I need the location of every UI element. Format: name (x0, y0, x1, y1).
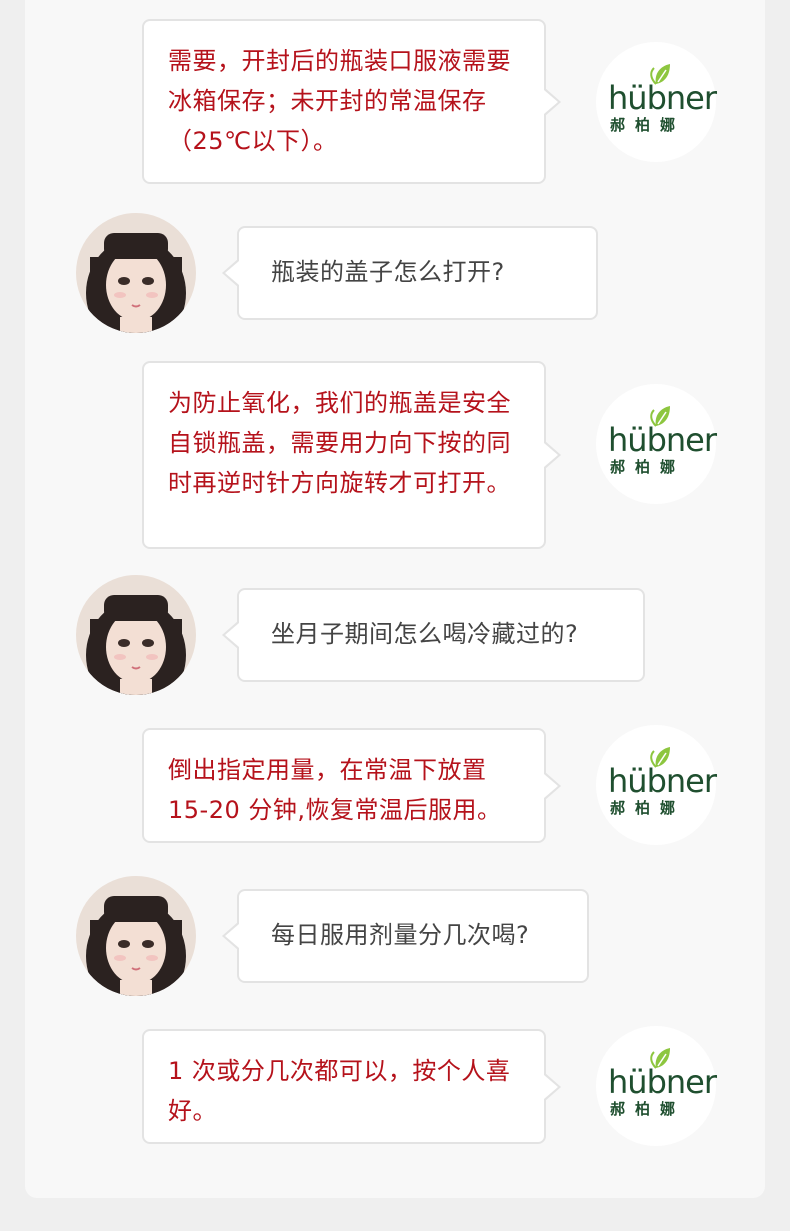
user-avatar (76, 876, 196, 996)
logo-wordmark: hübner (608, 421, 717, 459)
brand-message-text: 倒出指定用量，在常温下放置15-20 分钟,恢复常温后服用。 (168, 756, 502, 824)
hubner-logo-avatar: hübner 郝柏娜 (596, 725, 717, 845)
brand-message-text: 需要，开封后的瓶装口服液需要冰箱保存；未开封的常温保存（25℃以下）。 (168, 47, 511, 155)
user-message-bubble: 每日服用剂量分几次喝? (237, 889, 589, 983)
user-message-text: 坐月子期间怎么喝冷藏过的? (271, 620, 579, 648)
user-message-text: 每日服用剂量分几次喝? (271, 921, 530, 949)
logo-chinese-name: 郝柏娜 (610, 799, 686, 817)
brand-message-bubble: 倒出指定用量，在常温下放置15-20 分钟,恢复常温后服用。 (142, 728, 546, 843)
logo-chinese-name: 郝柏娜 (610, 458, 686, 476)
brand-message-text: 为防止氧化，我们的瓶盖是安全自锁瓶盖，需要用力向下按的同时再逆时针方向旋转才可打… (168, 389, 511, 497)
brand-message-bubble: 1 次或分几次都可以，按个人喜好。 (142, 1029, 546, 1144)
logo-wordmark: hübner (608, 79, 717, 117)
hubner-logo-avatar: hübner 郝柏娜 (596, 384, 717, 504)
brand-message-text: 1 次或分几次都可以，按个人喜好。 (168, 1057, 511, 1125)
hubner-logo-avatar: hübner 郝柏娜 (596, 42, 717, 162)
user-avatar (76, 575, 196, 695)
user-message-bubble: 坐月子期间怎么喝冷藏过的? (237, 588, 645, 682)
logo-chinese-name: 郝柏娜 (610, 116, 686, 134)
user-message-text: 瓶装的盖子怎么打开? (271, 258, 505, 286)
logo-wordmark: hübner (608, 1063, 717, 1101)
logo-wordmark: hübner (608, 762, 717, 800)
brand-message-bubble: 需要，开封后的瓶装口服液需要冰箱保存；未开封的常温保存（25℃以下）。 (142, 19, 546, 184)
logo-chinese-name: 郝柏娜 (610, 1100, 686, 1118)
brand-message-bubble: 为防止氧化，我们的瓶盖是安全自锁瓶盖，需要用力向下按的同时再逆时针方向旋转才可打… (142, 361, 546, 549)
user-avatar (76, 213, 196, 333)
hubner-logo-avatar: hübner 郝柏娜 (596, 1026, 717, 1146)
user-message-bubble: 瓶装的盖子怎么打开? (237, 226, 598, 320)
